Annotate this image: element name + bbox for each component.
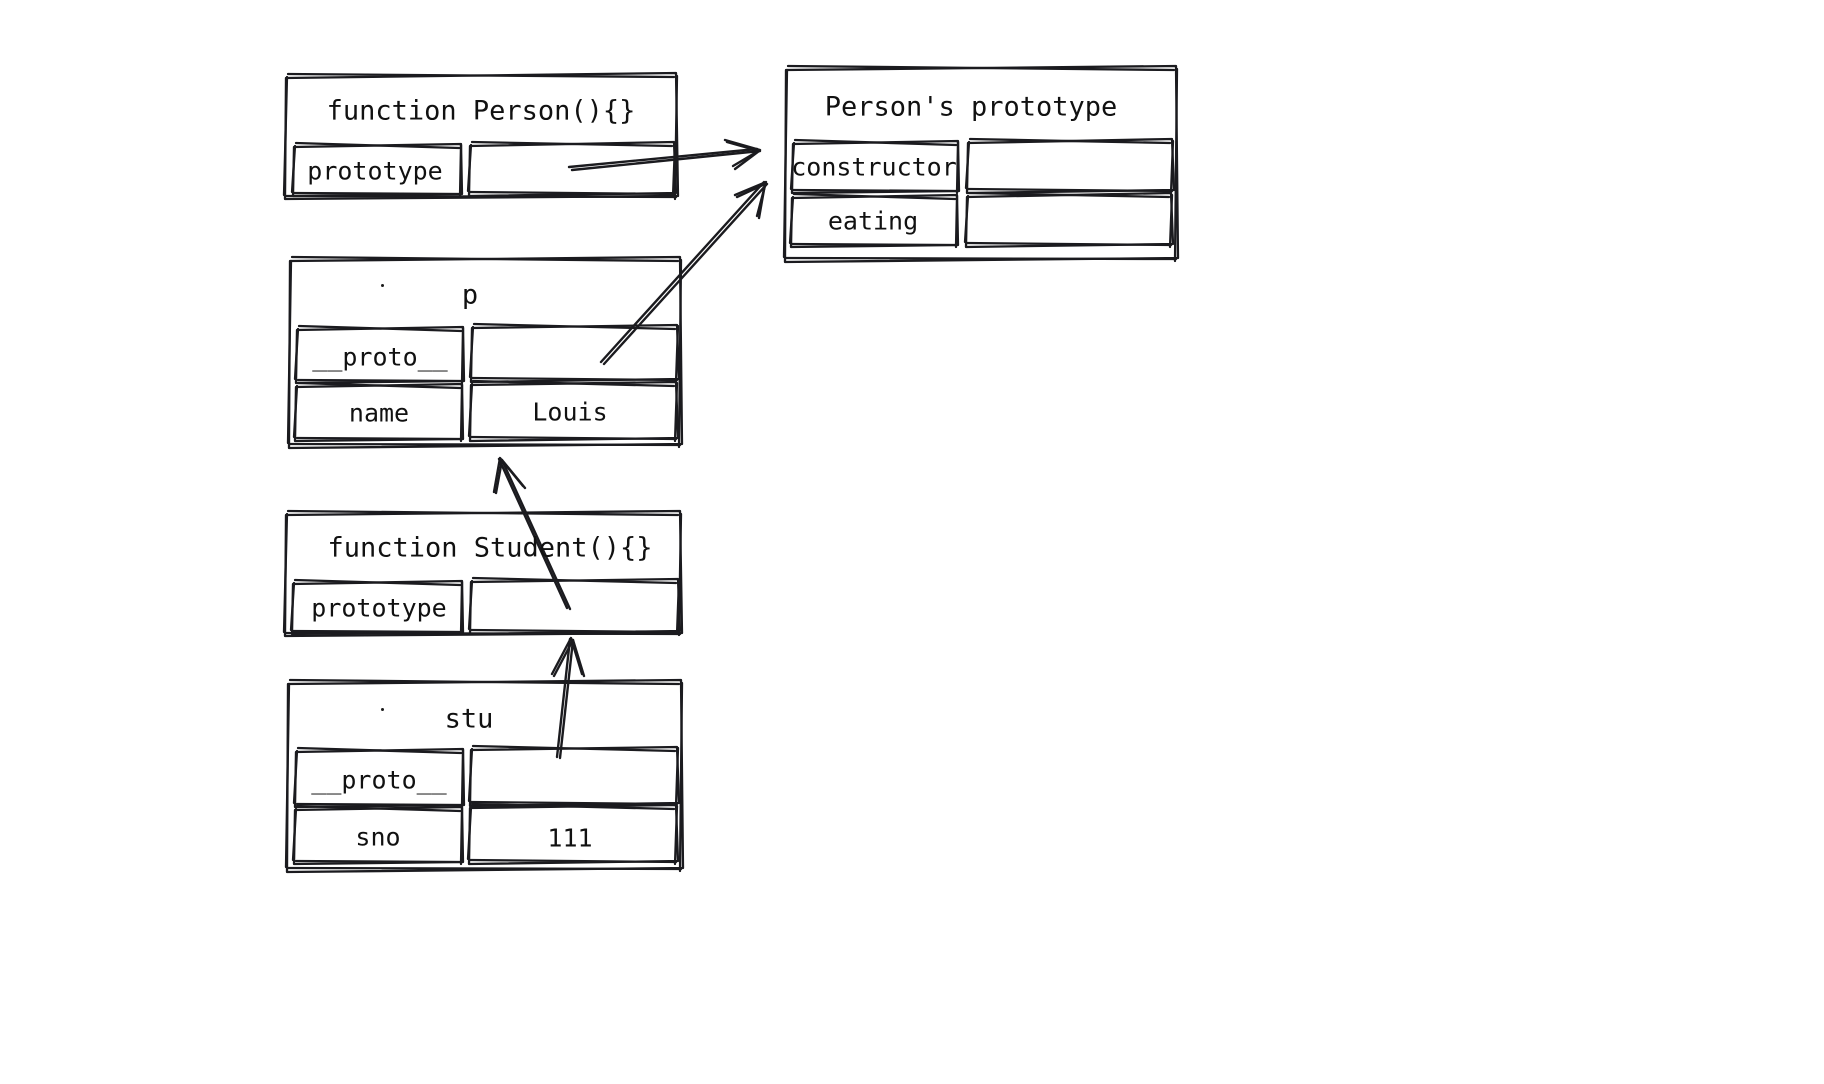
diagram-canvas: function Person(){} prototype Person's p… bbox=[0, 0, 1824, 1084]
arrow-student-prototype bbox=[492, 456, 572, 611]
cell-p-proto-value bbox=[468, 322, 681, 384]
arrow-p-proto bbox=[599, 180, 769, 366]
box-person-prototype bbox=[782, 64, 1180, 264]
cell-stu-proto-value bbox=[467, 744, 681, 808]
cell-p-name-value bbox=[467, 379, 680, 443]
box-stu-object bbox=[284, 678, 685, 874]
cell-person-fn-prototype-key bbox=[290, 141, 464, 198]
diagram-sketch-layer bbox=[282, 64, 1180, 874]
cell-p-name-key bbox=[292, 381, 465, 443]
cell-p-proto-key bbox=[293, 324, 466, 385]
cell-person-prototype-eating-key bbox=[788, 192, 960, 249]
cell-student-fn-prototype-value bbox=[467, 576, 682, 636]
box-stu-marker-dot bbox=[381, 708, 384, 711]
cell-stu-sno-key bbox=[291, 804, 465, 866]
arrow-stu-proto bbox=[550, 636, 586, 760]
cell-person-prototype-constructor-value bbox=[964, 137, 1176, 195]
cell-person-prototype-constructor-key bbox=[789, 138, 961, 195]
cell-stu-proto-key bbox=[292, 746, 466, 809]
cell-person-prototype-eating-value bbox=[963, 191, 1175, 249]
cell-student-fn-prototype-key bbox=[289, 578, 465, 636]
box-p-marker-dot bbox=[381, 284, 384, 287]
box-person-fn bbox=[282, 71, 680, 201]
box-p-object bbox=[286, 255, 684, 450]
cell-stu-sno-value bbox=[466, 802, 680, 866]
box-student-fn bbox=[282, 509, 684, 638]
